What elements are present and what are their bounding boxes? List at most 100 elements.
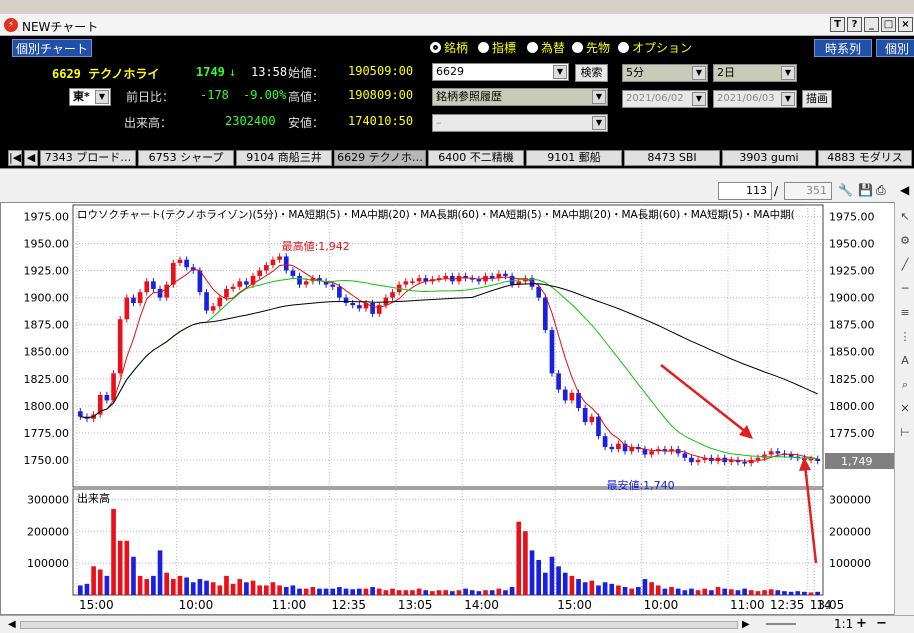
radio-icon: [618, 42, 629, 53]
tab-stock-4883[interactable]: 4883 モダリス: [818, 150, 912, 166]
scroll-left-icon[interactable]: ◀: [8, 619, 16, 630]
wrench-icon[interactable]: 🔧: [838, 183, 853, 197]
low-time: 10:50: [377, 114, 414, 128]
eraser-tool-icon[interactable]: ✕: [898, 402, 912, 416]
tab-stock-8473[interactable]: 8473 SBI: [624, 150, 720, 166]
collapse-arrow-icon[interactable]: ◀: [900, 183, 909, 197]
volume-bar: [788, 591, 794, 595]
volume-bar: [376, 588, 382, 595]
volume-bar: [204, 580, 209, 595]
tab-scroll-prev-icon[interactable]: ◀: [24, 150, 38, 166]
volume-bar: [197, 579, 203, 595]
radio-stock[interactable]: 銘柄: [430, 39, 468, 56]
zoom-in-icon[interactable]: +: [856, 616, 867, 631]
candlestick-chart[interactable]: 1975.00 1975.00 1950.00 1950.00 1925.00 1925.…: [1, 203, 895, 614]
candle-body: [104, 395, 110, 401]
gear-icon[interactable]: ⚙: [898, 234, 912, 248]
tab-stock-3903[interactable]: 3903 gumi: [722, 150, 816, 166]
hline-tool-icon[interactable]: ─: [898, 282, 912, 296]
candle-body: [695, 459, 701, 463]
trendline-tool-icon[interactable]: ╱: [898, 258, 912, 272]
quote-header: 個別チャート 6629 テクノホライ 1749 ↓ 13:58 東* ▼ 前日比：…: [0, 36, 914, 148]
volume-bar: [523, 531, 528, 595]
radio-futures[interactable]: 先物: [572, 39, 610, 56]
y-tick-label-right: 1825.00: [829, 373, 875, 386]
zoom-slider[interactable]: [766, 623, 796, 625]
fibo-tool-icon[interactable]: ⋮: [898, 330, 912, 344]
zoom-out-icon[interactable]: −: [876, 616, 887, 631]
candle-body: [689, 457, 694, 463]
tab-stock-9104[interactable]: 9104 商船三井: [236, 150, 332, 166]
topmost-button[interactable]: T: [830, 17, 845, 32]
date-to[interactable]: 2021/06/03 ▼: [713, 90, 797, 108]
volume-bar: [582, 582, 588, 595]
volume-bar: [655, 585, 661, 595]
draw-button[interactable]: 描画: [802, 90, 832, 108]
volume-bar: [735, 590, 741, 595]
timeseries-button[interactable]: 時系列: [814, 39, 872, 57]
tab-stock-9101[interactable]: 9101 郵船: [526, 150, 622, 166]
tab-stock-7343[interactable]: 7343 ブロード…: [40, 150, 136, 166]
sub-select[interactable]: – ▼: [432, 114, 608, 132]
candle-body: [616, 443, 621, 450]
volume-bar: [396, 590, 402, 595]
x-tick-label: 12:35: [331, 598, 366, 612]
volume-bar: [430, 591, 435, 595]
candle-body: [177, 259, 183, 263]
tab-stock-6629[interactable]: 6629 テクノホ…: [334, 150, 426, 166]
exchange-value: 東*: [73, 90, 90, 103]
radio-options[interactable]: オプション: [618, 39, 692, 56]
volume-bar: [768, 589, 774, 595]
high-value: 1908: [348, 88, 377, 102]
radio-indicator[interactable]: 指標: [478, 39, 516, 56]
scroll-right-icon[interactable]: ▶: [742, 619, 750, 630]
volume-bar: [383, 590, 389, 595]
volume-bar: [616, 585, 621, 595]
exchange-select[interactable]: 東* ▼: [69, 88, 111, 106]
minimize-button[interactable]: _: [864, 17, 879, 32]
candle-body: [410, 281, 415, 283]
channel-tool-icon[interactable]: ≡: [898, 306, 912, 320]
help-button[interactable]: ?: [847, 17, 862, 32]
volume-bar: [496, 588, 502, 595]
candle-body: [390, 292, 395, 298]
radio-indicator-label: 指標: [492, 41, 517, 55]
chart-area[interactable]: 1975.00 1975.00 1950.00 1950.00 1925.00 1925.…: [0, 202, 896, 615]
search-button[interactable]: 検索: [575, 64, 608, 82]
individual-button[interactable]: 個別: [876, 39, 914, 57]
volume-tick-label-right: 100000: [829, 557, 871, 570]
date-from[interactable]: 2021/06/02 ▼: [622, 90, 708, 108]
x-tick-label: 12:35: [770, 598, 805, 612]
candle-body: [117, 319, 123, 374]
period-select[interactable]: 2日 ▼: [713, 64, 797, 82]
cursor-tool-icon[interactable]: ↖: [898, 210, 912, 224]
stock-tab-bar: |◀ ◀ 7343 ブロード… 6753 シャープ 9104 商船三井 6629…: [0, 148, 914, 168]
volume-bar: [257, 585, 263, 595]
radio-options-label: オプション: [632, 41, 693, 55]
page-current-input[interactable]: 113: [718, 182, 772, 200]
history-select[interactable]: 銘柄参照履歴 ▼: [432, 88, 608, 106]
horizontal-scrollbar[interactable]: [20, 621, 738, 629]
tab-stock-6400[interactable]: 6400 不二精機: [428, 150, 524, 166]
ruler-tool-icon[interactable]: ⊢: [898, 426, 912, 440]
volume-bar: [629, 588, 635, 595]
zoom-tool-icon[interactable]: ⌕: [898, 378, 912, 392]
volume-tick-label-right: 200000: [829, 525, 871, 538]
candle-body: [337, 286, 342, 298]
candle-body: [144, 281, 150, 293]
radio-forex[interactable]: 為替: [527, 39, 565, 56]
text-tool-icon[interactable]: A: [898, 354, 912, 368]
tab-stock-6753[interactable]: 6753 シャープ: [138, 150, 234, 166]
tab-scroll-first-icon[interactable]: |◀: [8, 150, 22, 166]
maximize-button[interactable]: □: [881, 17, 896, 32]
print-icon[interactable]: ⎙: [876, 183, 886, 198]
volume-bar: [715, 587, 721, 595]
volume-bar: [250, 580, 256, 595]
code-input[interactable]: 6629 ▼: [432, 63, 569, 81]
volume-bar: [576, 579, 581, 595]
volume-bar: [516, 521, 522, 595]
interval-select[interactable]: 5分 ▼: [622, 64, 708, 82]
individual-chart-button[interactable]: 個別チャート: [12, 39, 92, 57]
save-icon[interactable]: 💾: [858, 183, 873, 197]
close-button[interactable]: ×: [898, 17, 913, 32]
